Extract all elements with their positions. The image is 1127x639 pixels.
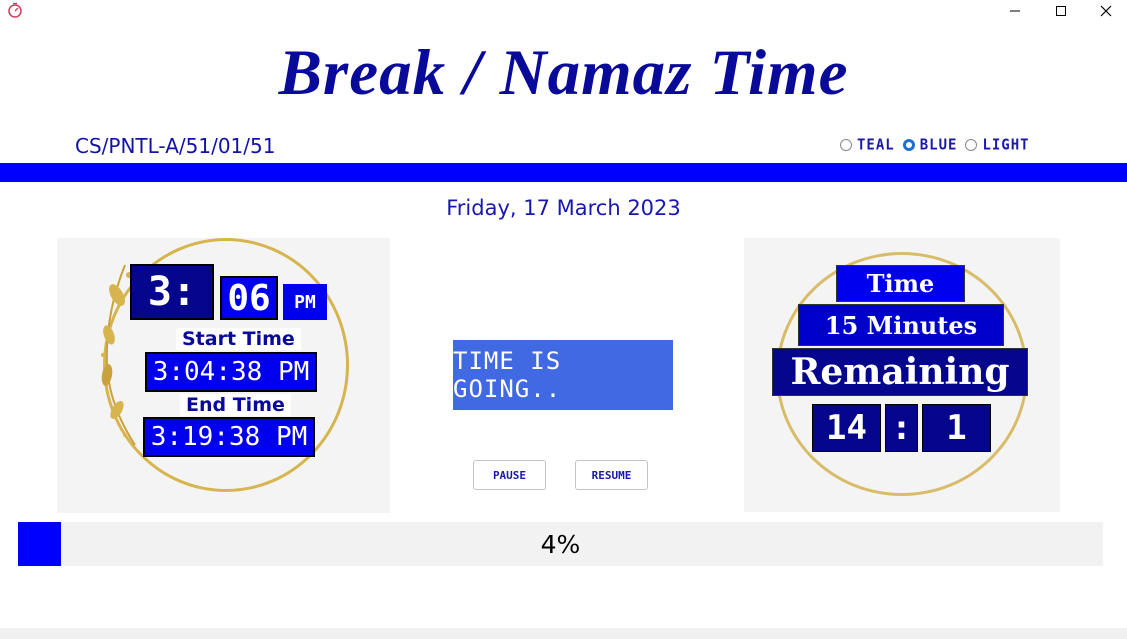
status-message: TIME IS GOING.. [453, 340, 673, 410]
reference-code: CS/PNTL-A/51/01/51 [75, 134, 276, 158]
countdown-seconds: 1 [922, 404, 991, 452]
theme-label-light: LIGHT [982, 136, 1030, 154]
resume-button[interactable]: RESUME [575, 460, 648, 490]
page-title: Break / Namaz Time [278, 37, 849, 109]
remaining-time-label: Time [836, 265, 965, 302]
remaining-label: Remaining [772, 348, 1028, 396]
progress-label: 4% [540, 529, 581, 559]
theme-label-teal: TEAL [857, 136, 895, 154]
close-button[interactable] [1083, 0, 1127, 22]
close-icon [1100, 5, 1112, 17]
theme-label-blue: BLUE [919, 136, 958, 154]
clock-ampm: PM [283, 284, 327, 320]
theme-option-blue[interactable]: BLUE [902, 136, 958, 154]
radio-teal[interactable] [840, 139, 852, 151]
current-date: Friday, 17 March 2023 [446, 196, 681, 220]
radio-light[interactable] [965, 139, 978, 151]
end-time-value: 3:19:38 PM [143, 417, 315, 457]
clock-minute: 06 [220, 276, 278, 320]
remaining-duration-label: 15 Minutes [798, 304, 1004, 346]
stopwatch-icon [8, 2, 22, 18]
theme-option-light[interactable]: LIGHT [965, 136, 1030, 154]
clock-hour-box: 3: [130, 264, 214, 320]
theme-selector: TEAL BLUE LIGHT [840, 136, 1030, 154]
footer-strip [0, 628, 1127, 639]
clock-separator: : [172, 269, 197, 315]
countdown-separator: : [885, 404, 918, 452]
progress-bar: 4% [18, 522, 1103, 566]
minimize-button[interactable] [992, 0, 1038, 22]
pause-button[interactable]: PAUSE [473, 460, 546, 490]
clock-hour: 3 [147, 269, 172, 315]
maximize-icon [1056, 6, 1066, 16]
maximize-button[interactable] [1038, 0, 1084, 22]
start-time-value: 3:04:38 PM [145, 352, 317, 392]
theme-option-teal[interactable]: TEAL [840, 136, 895, 154]
radio-blue[interactable] [902, 139, 915, 151]
start-time-label: Start Time [176, 328, 301, 350]
countdown-minutes: 14 [812, 404, 881, 452]
minimize-icon [1010, 10, 1020, 12]
end-time-label: End Time [180, 394, 291, 416]
header-divider-bar [0, 163, 1127, 182]
